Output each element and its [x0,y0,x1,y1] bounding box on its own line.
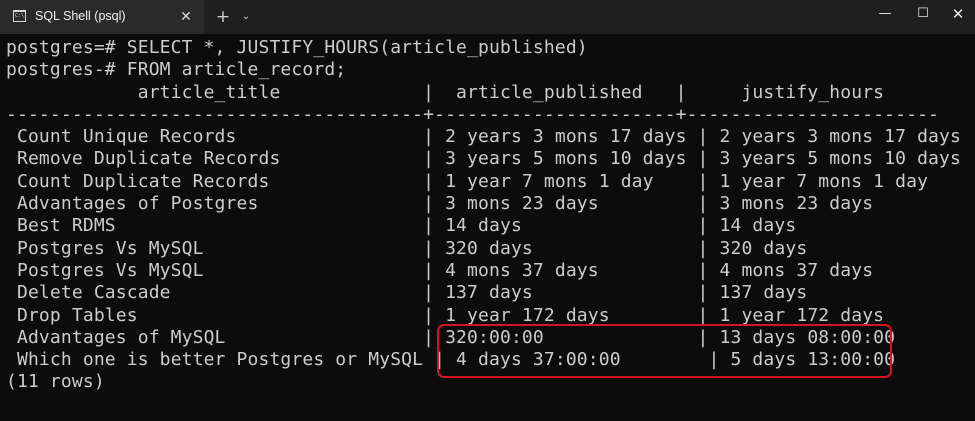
table-row: Postgres Vs MySQL | 4 mons 37 days | 4 m… [6,259,874,281]
table-row: Remove Duplicate Records | 3 years 5 mon… [6,148,961,170]
table-row: Best RDMS | 14 days | 14 days [6,215,797,237]
close-tab-icon[interactable]: ✕ [176,7,196,27]
new-tab-icon[interactable]: + [212,6,234,28]
table-header: article_title | article_published | just… [6,81,885,103]
tab-title: SQL Shell (psql) [35,9,126,23]
prompt-line: postgres-# FROM article_record; [6,59,347,81]
table-row: Advantages of Postgres | 3 mons 23 days … [6,193,874,215]
table-separator: --------------------------------------+-… [6,103,940,125]
table-row: Delete Cascade | 137 days | 137 days [6,282,808,304]
close-window-icon[interactable]: ✕ [935,0,975,30]
table-row: Postgres Vs MySQL | 320 days | 320 days [6,237,808,259]
chevron-down-icon[interactable]: ⌄ [236,6,256,28]
terminal-tab[interactable]: C:\ SQL Shell (psql) ✕ [0,0,204,34]
table-row: Count Duplicate Records | 1 year 7 mons … [6,170,929,192]
title-bar: C:\ SQL Shell (psql) ✕ + ⌄ — ☐ ✕ [0,0,975,34]
prompt-line: postgres=# SELECT *, JUSTIFY_HOURS(artic… [6,37,588,58]
table-row: Count Unique Records | 2 years 3 mons 17… [6,126,961,148]
terminal-icon: C:\ [13,10,26,22]
highlight-box [437,324,892,378]
